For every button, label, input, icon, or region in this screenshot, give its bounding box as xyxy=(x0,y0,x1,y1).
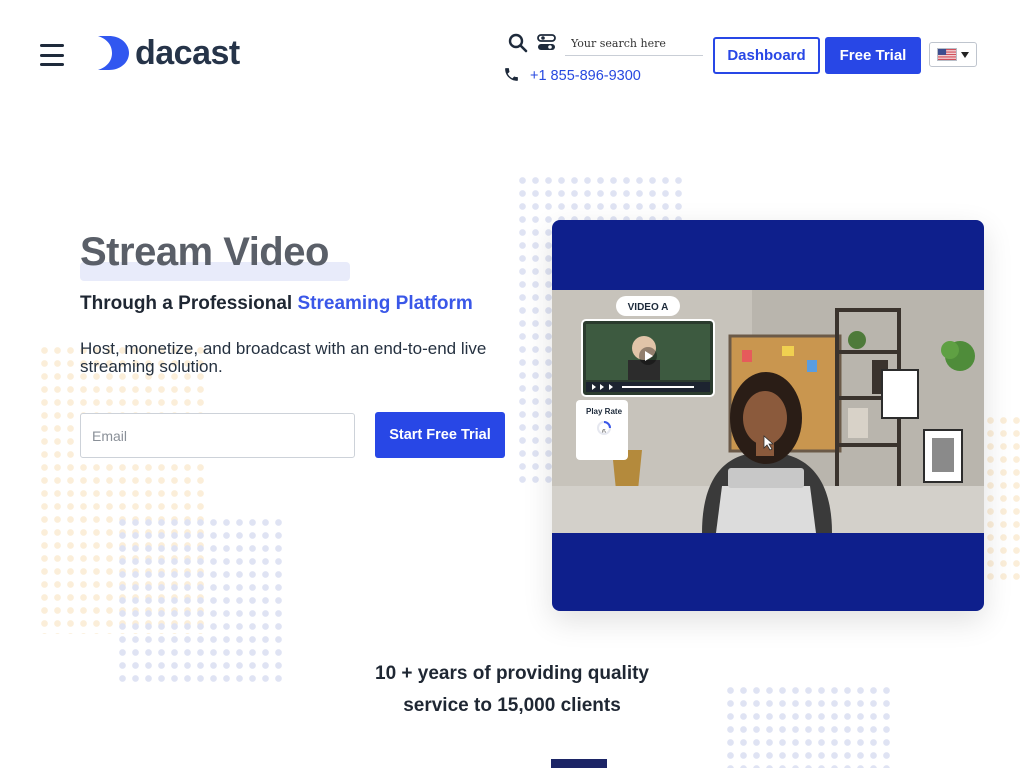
phone-icon xyxy=(505,68,518,81)
dot-pattern-left-blue xyxy=(116,516,284,684)
video-overlay-title: VIDEO A xyxy=(628,302,669,313)
hero-subtitle-accent: Streaming Platform xyxy=(297,293,473,314)
free-trial-button[interactable]: Free Trial xyxy=(825,37,921,74)
search-icon[interactable] xyxy=(508,33,528,53)
phone-link[interactable]: +1 855-896-9300 xyxy=(530,68,641,84)
play-icon[interactable] xyxy=(639,347,657,365)
video-frame[interactable]: VIDEO A Play Rate 6 xyxy=(552,290,984,533)
hero-title: Stream Video xyxy=(80,230,329,274)
page: dacast +1 855-896-9300 Dashboard Free Tr… xyxy=(0,0,1024,768)
us-flag-icon xyxy=(937,48,957,61)
dot-pattern-bottom-right xyxy=(724,684,892,768)
stats-line-2: service to 15,000 clients xyxy=(403,695,621,716)
stats-text: 10 + years of providing quality service … xyxy=(312,658,712,722)
bottom-logo-block xyxy=(551,759,607,768)
hero-subtitle-prefix: Through a Professional xyxy=(80,293,298,314)
logo-text: dacast xyxy=(135,34,240,72)
hero-description: Host, monetize, and broadcast with an en… xyxy=(80,339,487,376)
video-card[interactable]: VIDEO A Play Rate 6 xyxy=(552,220,984,611)
search-input[interactable] xyxy=(565,32,703,56)
stats-line-1: 10 + years of providing quality xyxy=(375,663,649,684)
dacast-logo-icon xyxy=(98,36,129,70)
start-free-trial-button[interactable]: Start Free Trial xyxy=(375,412,505,458)
dot-pattern-right-edge xyxy=(984,414,1024,584)
language-selector[interactable] xyxy=(929,42,977,67)
hero-subtitle: Through a Professional Streaming Platfor… xyxy=(80,293,473,315)
email-field[interactable] xyxy=(80,413,355,458)
menu-icon[interactable] xyxy=(40,44,64,66)
dashboard-button[interactable]: Dashboard xyxy=(713,37,820,74)
logo[interactable]: dacast xyxy=(98,36,240,70)
toggle-icon[interactable] xyxy=(537,34,556,51)
hero-title-block: Stream Video xyxy=(80,228,350,281)
chevron-down-icon xyxy=(961,51,969,58)
play-rate-label: Play Rate xyxy=(586,407,623,416)
